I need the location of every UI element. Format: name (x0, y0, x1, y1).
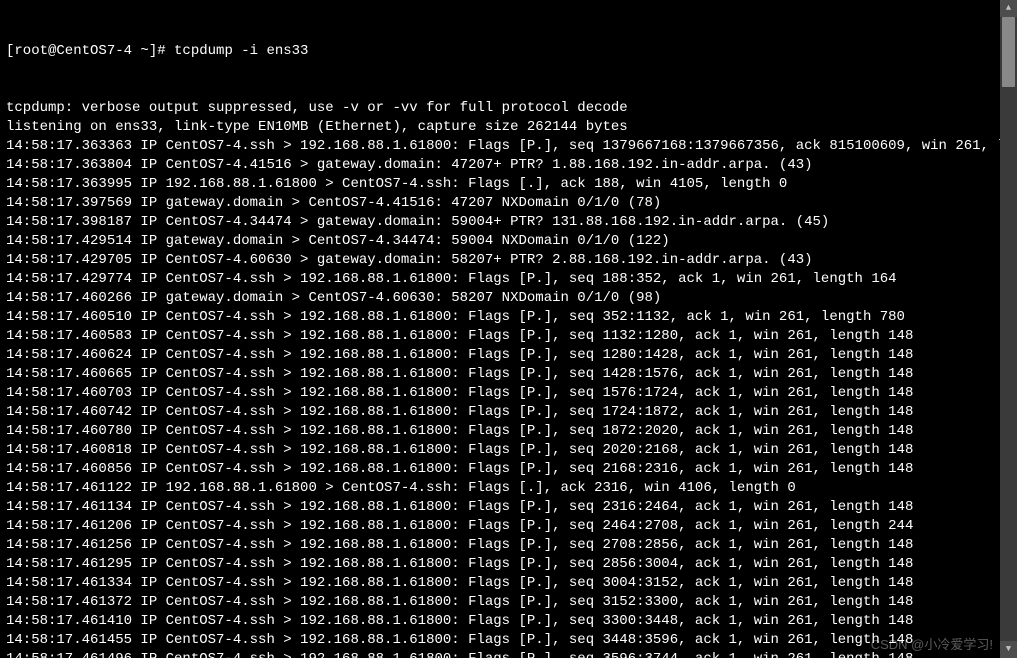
output-line: 14:58:17.460703 IP CentOS7-4.ssh > 192.1… (6, 384, 996, 403)
scroll-thumb[interactable] (1002, 17, 1015, 87)
output-line: 14:58:17.461295 IP CentOS7-4.ssh > 192.1… (6, 555, 996, 574)
output-line: 14:58:17.460266 IP gateway.domain > Cent… (6, 289, 996, 308)
output-line: 14:58:17.461410 IP CentOS7-4.ssh > 192.1… (6, 612, 996, 631)
output-line: 14:58:17.363995 IP 192.168.88.1.61800 > … (6, 175, 996, 194)
output-line: 14:58:17.429705 IP CentOS7-4.60630 > gat… (6, 251, 996, 270)
prompt: [root@CentOS7-4 ~]# (6, 43, 174, 59)
output-line: 14:58:17.461496 IP CentOS7-4.ssh > 192.1… (6, 650, 996, 658)
output-line: 14:58:17.363363 IP CentOS7-4.ssh > 192.1… (6, 137, 996, 156)
output-line: 14:58:17.461334 IP CentOS7-4.ssh > 192.1… (6, 574, 996, 593)
output-line: 14:58:17.429514 IP gateway.domain > Cent… (6, 232, 996, 251)
output-line: 14:58:17.460856 IP CentOS7-4.ssh > 192.1… (6, 460, 996, 479)
prompt-line: [root@CentOS7-4 ~]# tcpdump -i ens33 (6, 42, 996, 61)
scroll-down-icon[interactable]: ▼ (1000, 641, 1017, 658)
vertical-scrollbar[interactable]: ▲ ▼ (1000, 0, 1017, 658)
output-line: 14:58:17.460818 IP CentOS7-4.ssh > 192.1… (6, 441, 996, 460)
output-line: 14:58:17.460624 IP CentOS7-4.ssh > 192.1… (6, 346, 996, 365)
terminal-output[interactable]: [root@CentOS7-4 ~]# tcpdump -i ens33 tcp… (0, 0, 1000, 658)
output-line: 14:58:17.461256 IP CentOS7-4.ssh > 192.1… (6, 536, 996, 555)
output-line: 14:58:17.461206 IP CentOS7-4.ssh > 192.1… (6, 517, 996, 536)
output-line: listening on ens33, link-type EN10MB (Et… (6, 118, 996, 137)
output-line: 14:58:17.460510 IP CentOS7-4.ssh > 192.1… (6, 308, 996, 327)
output-line: 14:58:17.398187 IP CentOS7-4.34474 > gat… (6, 213, 996, 232)
terminal-window: [root@CentOS7-4 ~]# tcpdump -i ens33 tcp… (0, 0, 1017, 658)
output-line: 14:58:17.460780 IP CentOS7-4.ssh > 192.1… (6, 422, 996, 441)
output-line: 14:58:17.460583 IP CentOS7-4.ssh > 192.1… (6, 327, 996, 346)
command: tcpdump -i ens33 (174, 43, 308, 59)
output-line: 14:58:17.461134 IP CentOS7-4.ssh > 192.1… (6, 498, 996, 517)
output-line: 14:58:17.363804 IP CentOS7-4.41516 > gat… (6, 156, 996, 175)
output-line: 14:58:17.397569 IP gateway.domain > Cent… (6, 194, 996, 213)
output-line: 14:58:17.461122 IP 192.168.88.1.61800 > … (6, 479, 996, 498)
scroll-up-icon[interactable]: ▲ (1000, 0, 1017, 17)
output-line: 14:58:17.460742 IP CentOS7-4.ssh > 192.1… (6, 403, 996, 422)
output-line: 14:58:17.429774 IP CentOS7-4.ssh > 192.1… (6, 270, 996, 289)
output-line: tcpdump: verbose output suppressed, use … (6, 99, 996, 118)
output-line: 14:58:17.460665 IP CentOS7-4.ssh > 192.1… (6, 365, 996, 384)
output-line: 14:58:17.461372 IP CentOS7-4.ssh > 192.1… (6, 593, 996, 612)
output-line: 14:58:17.461455 IP CentOS7-4.ssh > 192.1… (6, 631, 996, 650)
